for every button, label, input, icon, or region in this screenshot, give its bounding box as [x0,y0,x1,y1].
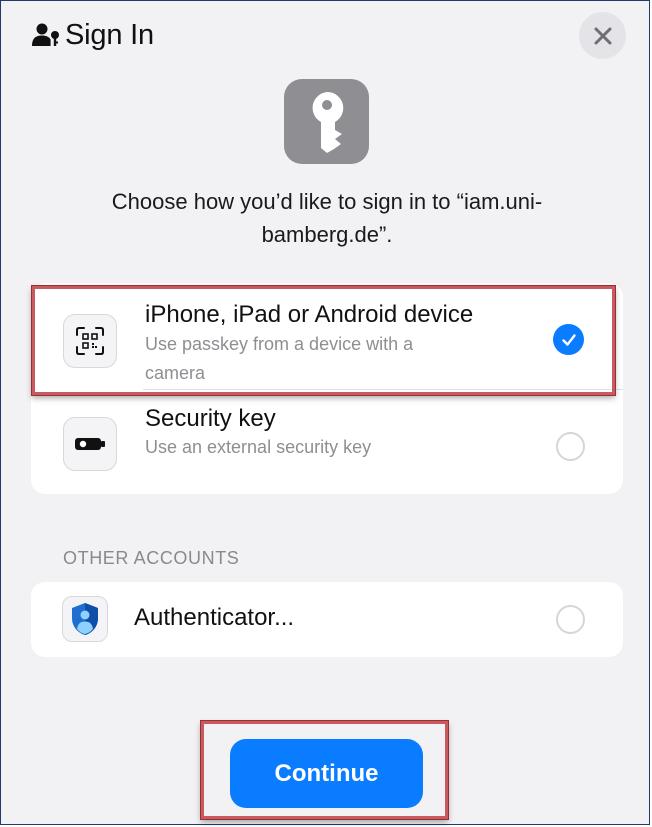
option-title: Authenticator... [134,604,295,631]
other-accounts-label: OTHER ACCOUNTS [63,548,240,568]
key-icon [312,91,343,153]
option-radio[interactable] [556,432,585,461]
sign-in-prompt: Choose how you’d like to sign in to “iam… [111,189,543,247]
header: Sign In [31,15,154,55]
close-icon [594,27,611,44]
page-title: Sign In [65,18,154,51]
option-radio[interactable] [556,605,585,634]
highlight-box-device-option [32,286,615,395]
security-key-icon [63,417,117,471]
authenticator-icon [62,596,108,642]
person-key-icon [32,23,59,46]
option-title: Security key [145,405,276,432]
sign-in-sheet: Sign In Choose how you’d like to sign in… [0,0,650,825]
option-subtitle: Use an external security key [145,437,372,457]
option-security-key[interactable]: Security key Use an external security ke… [31,389,623,494]
highlight-box-continue [201,721,448,819]
other-accounts-group: Authenticator... [31,582,623,657]
close-button[interactable] [579,12,626,59]
passkey-app-icon [284,79,369,164]
option-authenticator[interactable]: Authenticator... [31,582,623,657]
